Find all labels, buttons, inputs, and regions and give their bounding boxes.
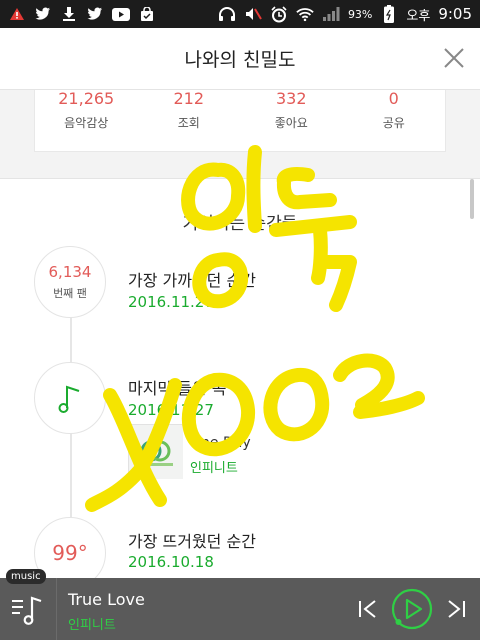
headphones-icon <box>218 6 236 22</box>
stat-shares: 0 공유 <box>343 90 446 151</box>
stats-card: 21,265 음악감상 212 조회 332 좋아요 0 공유 <box>34 90 446 152</box>
music-tag: music <box>6 569 46 584</box>
stat-value: 332 <box>275 89 307 108</box>
status-ampm: 오후 <box>406 8 431 24</box>
status-bar: 93% 오후 9:05 <box>0 0 480 28</box>
play-icon[interactable] <box>390 587 434 631</box>
youtube-icon <box>112 6 130 22</box>
mute-icon <box>244 6 262 22</box>
stat-views: 212 조회 <box>138 90 241 151</box>
moment-title: 가장 가까웠던 순간 <box>128 271 256 290</box>
stat-listens: 21,265 음악감상 <box>35 90 138 151</box>
album-title[interactable]: One Day <box>190 435 251 451</box>
fan-rank-badge: 6,134 번째 팬 <box>34 246 106 318</box>
moment-date: 2016.11.27 <box>128 293 214 311</box>
mini-player[interactable]: True Love 인피니트 <box>0 578 480 640</box>
stat-likes: 332 좋아요 <box>240 90 343 151</box>
twitter-icon <box>86 6 104 22</box>
moment-title: 마지막 들은 곡 <box>128 379 227 398</box>
section-title: 기억되는 순간들 <box>182 214 298 234</box>
music-note-icon <box>58 385 80 413</box>
page-header: 나와의 친밀도 <box>0 28 480 90</box>
player-divider <box>56 578 57 640</box>
moment-date: 2016.10.18 <box>128 553 214 571</box>
moment-date: 2016.11.27 <box>128 401 214 419</box>
warning-icon <box>8 6 26 22</box>
bag-icon <box>138 6 156 22</box>
battery-icon <box>380 5 398 23</box>
song-title[interactable]: True Love <box>68 590 145 609</box>
song-artist[interactable]: 인피니트 <box>68 614 116 633</box>
last-played-badge <box>34 362 106 434</box>
status-icons-right: 93% 오후 9:05 <box>218 5 472 24</box>
status-icons-left <box>8 6 156 22</box>
moment-title: 가장 뜨거웠던 순간 <box>128 532 256 551</box>
stat-label: 음악감상 <box>64 116 109 130</box>
fan-rank-number: 6,134 <box>48 263 92 281</box>
next-icon[interactable] <box>444 596 470 622</box>
stat-value: 0 <box>388 89 399 108</box>
close-icon[interactable] <box>442 46 466 70</box>
playlist-icon[interactable] <box>10 592 46 628</box>
stat-label: 공유 <box>382 116 405 130</box>
temperature-value: 99° <box>52 541 88 565</box>
stat-label: 좋아요 <box>274 116 308 130</box>
download-icon <box>60 6 78 22</box>
previous-icon[interactable] <box>354 596 380 622</box>
wifi-icon <box>296 6 314 22</box>
signal-icon <box>322 6 340 22</box>
moments-panel[interactable]: 기억되는 순간들 6,134 번째 팬 가장 가까웠던 순간 2016.11.2… <box>0 178 480 589</box>
alarm-icon <box>270 5 288 22</box>
stat-value: 212 <box>173 89 205 108</box>
fan-rank-label: 번째 팬 <box>53 287 87 300</box>
album-artist[interactable]: 인피니트 <box>190 457 238 476</box>
stat-label: 조회 <box>177 116 200 130</box>
battery-percent: 93% <box>347 7 373 21</box>
status-time: 9:05 <box>438 5 472 23</box>
page-title: 나와의 친밀도 <box>184 49 296 71</box>
stat-value: 21,265 <box>58 89 115 108</box>
album-cover[interactable] <box>128 424 183 479</box>
twitter-icon <box>34 6 52 22</box>
